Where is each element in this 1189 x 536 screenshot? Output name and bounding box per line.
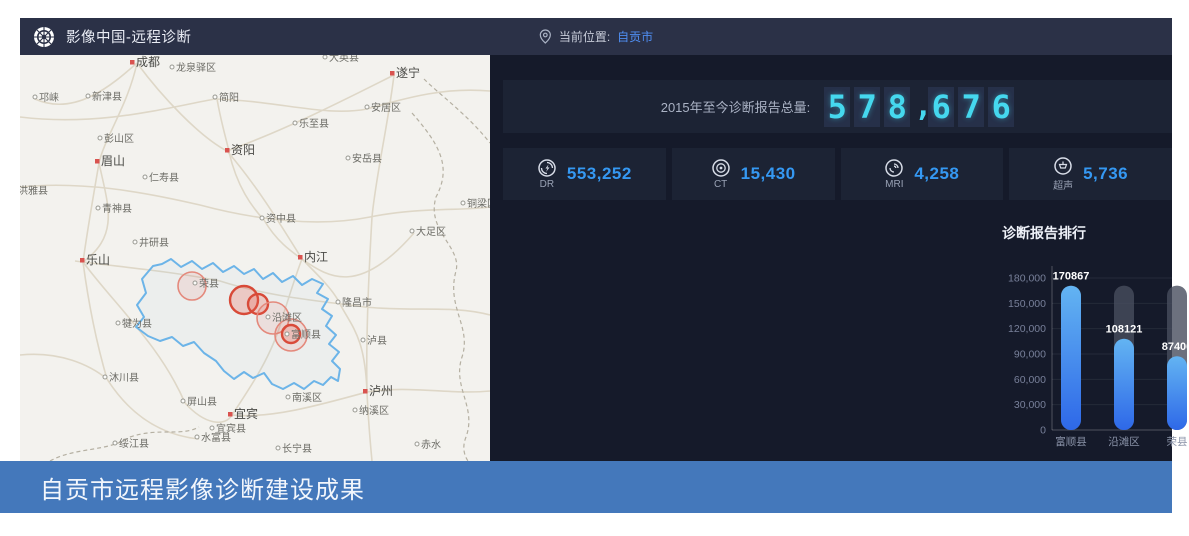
stat-card-dr: DR 553,252 — [503, 148, 666, 200]
svg-text:青神县: 青神县 — [102, 202, 132, 215]
report-ranking-chart: 诊断报告排行 0 30,000 60,000 90,000 120,000 150,000… — [993, 215, 1189, 461]
stat-value: 4,258 — [914, 164, 959, 184]
svg-text:洪雅县: 洪雅县 — [20, 184, 48, 197]
svg-text:屏山县: 屏山县 — [187, 396, 217, 408]
ultrasound-machine-icon — [1053, 156, 1073, 176]
svg-text:30,000: 30,000 — [1014, 399, 1046, 411]
svg-text:眉山: 眉山 — [101, 154, 125, 168]
dr-machine-icon — [537, 158, 557, 178]
counter-label: 2015年至今诊断报告总量: — [661, 97, 811, 116]
modality-stats-row: DR 553,252 CT 15,430 MRI — [503, 148, 1172, 200]
stat-label: CT — [714, 179, 727, 190]
svg-text:绥江县: 绥江县 — [119, 438, 149, 450]
svg-text:荣县: 荣县 — [199, 278, 219, 290]
stat-card-ultrasound: 超声 5,736 — [1009, 148, 1172, 200]
stat-label: DR — [540, 179, 554, 190]
svg-text:长宁县: 长宁县 — [282, 442, 312, 455]
svg-text:150,000: 150,000 — [1008, 298, 1046, 310]
svg-text:资阳: 资阳 — [231, 143, 255, 157]
svg-text:赤水: 赤水 — [421, 439, 441, 451]
digit-separator: , — [914, 89, 924, 124]
svg-text:0: 0 — [1040, 425, 1046, 437]
stat-value: 5,736 — [1083, 164, 1128, 184]
location-label: 当前位置: — [559, 28, 610, 45]
bar-chart-title: 诊断报告排行 — [1002, 223, 1189, 245]
digit-cell: 8 — [884, 87, 910, 127]
caption-bar: 自贡市远程影像诊断建设成果 — [0, 461, 1172, 513]
stat-card-mri: MRI 4,258 — [841, 148, 1004, 200]
current-location: 当前位置: 自贡市 — [539, 18, 653, 55]
ct-machine-icon — [711, 158, 731, 178]
svg-text:安岳县: 安岳县 — [352, 152, 382, 165]
svg-text:内江: 内江 — [304, 250, 328, 264]
stat-card-ct: CT 15,430 — [672, 148, 835, 200]
svg-text:水富县: 水富县 — [201, 431, 231, 444]
svg-text:遂宁: 遂宁 — [396, 65, 420, 80]
dashboard-panel: 2015年至今诊断报告总量: 578,676 DR 553,252 — [490, 55, 1172, 461]
location-value-link[interactable]: 自贡市 — [617, 28, 653, 45]
svg-text:沿滩区: 沿滩区 — [272, 311, 302, 324]
digit-cell: 7 — [958, 87, 984, 127]
svg-text:87406: 87406 — [1162, 341, 1189, 353]
digit-cell: 5 — [824, 87, 850, 127]
digit-cell: 7 — [854, 87, 880, 127]
svg-text:沐川县: 沐川县 — [109, 371, 139, 384]
svg-text:170867: 170867 — [1053, 271, 1090, 283]
svg-text:沿滩区: 沿滩区 — [1108, 435, 1140, 448]
svg-text:60,000: 60,000 — [1014, 374, 1046, 386]
svg-text:彭山区: 彭山区 — [104, 132, 134, 145]
svg-text:泸县: 泸县 — [367, 335, 387, 347]
svg-text:邛崃: 邛崃 — [39, 92, 59, 104]
svg-text:铜梁区: 铜梁区 — [467, 197, 490, 210]
svg-text:泸州: 泸州 — [369, 384, 393, 398]
counter-digits: 578,676 — [824, 87, 1014, 127]
svg-text:成都: 成都 — [136, 55, 160, 69]
region-map[interactable]: 成都 龙泉驿区 大英县遂宁邛崃 新津县 简阳安居区乐至县彭山区资阳安岳县 眉山仁寿县洪雅县… — [20, 55, 490, 461]
svg-text:大足区: 大足区 — [416, 225, 446, 238]
stat-value: 15,430 — [741, 164, 796, 184]
svg-text:宜宾: 宜宾 — [234, 406, 258, 421]
svg-text:乐至县: 乐至县 — [299, 118, 329, 130]
stat-value: 553,252 — [567, 164, 632, 184]
svg-text:资中县: 资中县 — [266, 212, 296, 225]
svg-text:简阳: 简阳 — [219, 91, 239, 104]
svg-text:120,000: 120,000 — [1008, 323, 1046, 335]
svg-text:富顺县: 富顺县 — [1055, 435, 1087, 448]
digit-cell: 6 — [928, 87, 954, 127]
mri-machine-icon — [884, 158, 904, 178]
svg-text:乐山: 乐山 — [86, 253, 110, 267]
bar-chart-plot[interactable]: 0 30,000 60,000 90,000 120,000 150,000 180,000… — [1002, 245, 1189, 459]
svg-text:南溪区: 南溪区 — [292, 391, 322, 404]
svg-text:90,000: 90,000 — [1014, 349, 1046, 361]
stat-label: MRI — [885, 179, 903, 190]
digit-cell: 6 — [988, 87, 1014, 127]
svg-text:富顺县: 富顺县 — [291, 328, 321, 341]
svg-text:犍为县: 犍为县 — [122, 318, 152, 330]
stat-label: 超声 — [1053, 177, 1073, 192]
svg-text:纳溪区: 纳溪区 — [359, 404, 389, 417]
svg-text:荣县: 荣县 — [1167, 436, 1188, 448]
svg-text:隆昌市: 隆昌市 — [342, 296, 372, 309]
svg-text:井研县: 井研县 — [139, 236, 169, 249]
svg-text:新津县: 新津县 — [92, 90, 122, 103]
logo-icon — [32, 25, 56, 49]
svg-text:安居区: 安居区 — [371, 101, 401, 114]
svg-text:108121: 108121 — [1106, 324, 1143, 336]
svg-text:龙泉驿区: 龙泉驿区 — [176, 61, 216, 74]
svg-text:180,000: 180,000 — [1008, 273, 1046, 285]
app-title: 影像中国-远程诊断 — [66, 26, 191, 47]
caption-title: 自贡市远程影像诊断建设成果 — [40, 470, 365, 505]
svg-text:仁寿县: 仁寿县 — [149, 171, 179, 184]
location-pin-icon — [539, 29, 552, 44]
total-counter-panel: 2015年至今诊断报告总量: 578,676 — [503, 80, 1172, 133]
svg-text:大英县: 大英县 — [329, 55, 359, 64]
app-header: 影像中国-远程诊断 当前位置: 自贡市 — [20, 18, 1172, 55]
